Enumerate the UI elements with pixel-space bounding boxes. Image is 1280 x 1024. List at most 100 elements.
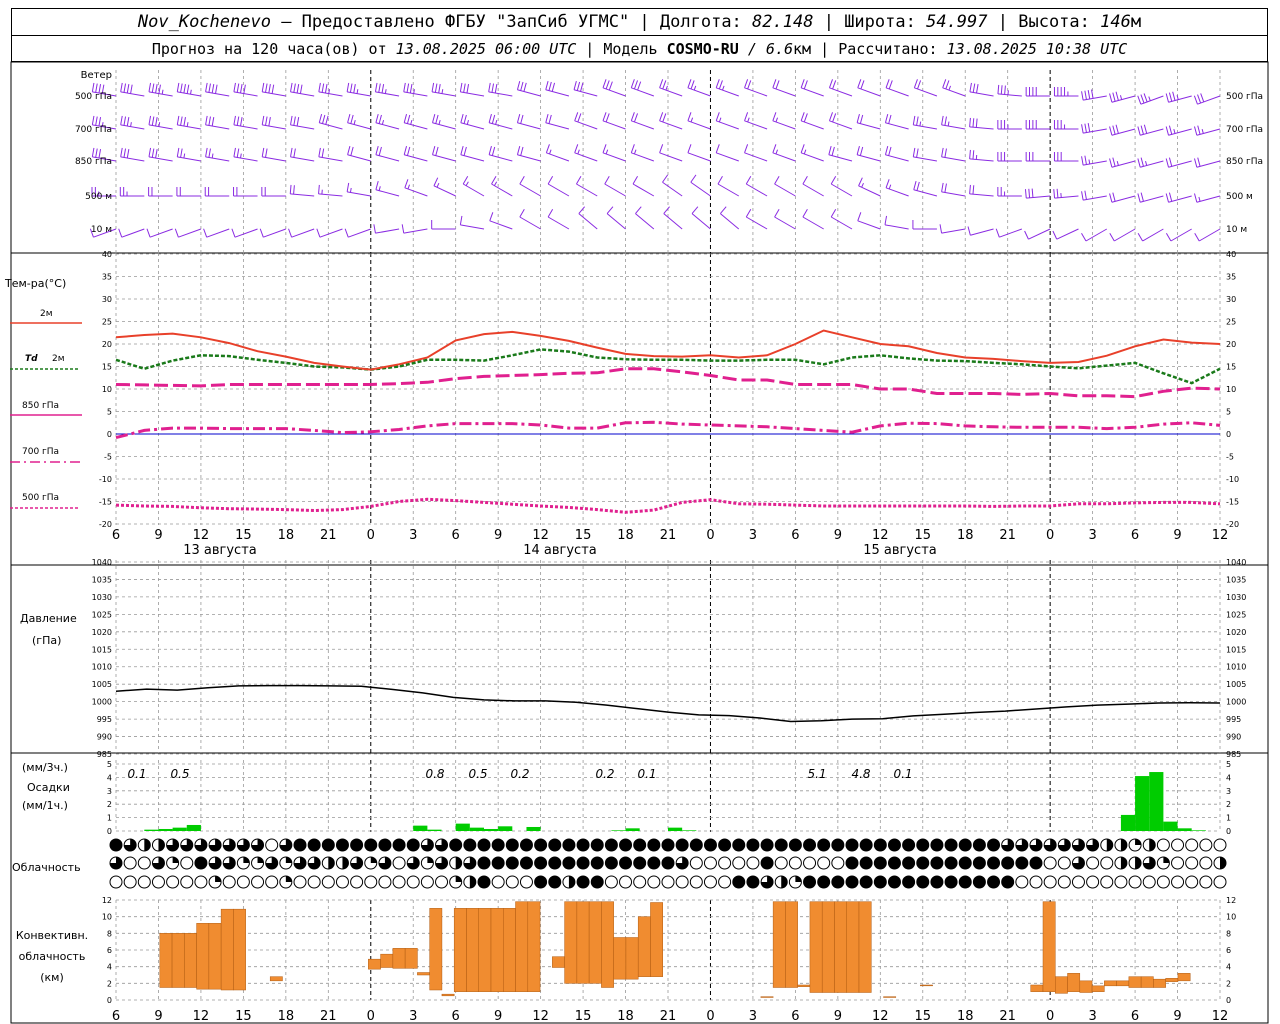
hour-tick-label: 6 bbox=[452, 528, 460, 543]
cloud-symbol bbox=[732, 856, 746, 870]
hour-tick-label-bottom: 6 bbox=[791, 1009, 799, 1024]
wind-barb-staff bbox=[1140, 160, 1164, 168]
wind-barb-feather bbox=[401, 224, 405, 234]
wind-barb-feather bbox=[215, 84, 218, 94]
cloud-symbol bbox=[887, 875, 901, 889]
wind-barb-feather bbox=[183, 84, 186, 94]
cloud-symbol bbox=[887, 838, 901, 852]
cloud-symbol bbox=[916, 875, 930, 889]
wind-barb-feather bbox=[941, 147, 944, 157]
pressure-tick-left: 995 bbox=[97, 715, 112, 724]
wind-barb-feather bbox=[240, 84, 243, 94]
precip-3h-amount: 0.8 bbox=[425, 767, 444, 781]
wind-barb-feather bbox=[772, 79, 777, 88]
wind-barb-staff bbox=[262, 91, 286, 97]
wind-barb-feather bbox=[747, 80, 752, 90]
wind-barb-feather bbox=[1031, 188, 1034, 198]
wind-barb-feather bbox=[1137, 232, 1144, 242]
convective-cloud-bar bbox=[220, 908, 234, 991]
wind-barb-feather bbox=[580, 82, 584, 92]
wind-barb-staff bbox=[318, 193, 343, 197]
convective-cloud-bar bbox=[834, 901, 847, 993]
wind-barb-staff bbox=[885, 87, 909, 97]
legend-t500: 500 гПа bbox=[22, 493, 59, 503]
wind-barb-staff bbox=[687, 120, 711, 130]
cloud-symbol bbox=[420, 875, 434, 889]
temp-tick-left: 20 bbox=[102, 340, 112, 349]
wind-barb-feather bbox=[969, 149, 971, 159]
wind-barb-feather bbox=[208, 83, 211, 93]
wind-barb-staff bbox=[884, 224, 909, 230]
wind-barb-feather bbox=[148, 147, 152, 157]
wind-barb-feather bbox=[602, 144, 607, 153]
wind-barb-feather bbox=[772, 144, 777, 153]
wind-barb-staff bbox=[519, 183, 541, 197]
wind-barb-feather bbox=[548, 114, 552, 124]
wind-barb-half-feather bbox=[441, 89, 444, 94]
wind-barb-feather bbox=[687, 112, 692, 121]
pressure-tick-left: 1040 bbox=[92, 558, 112, 567]
wind-barb-staff bbox=[433, 185, 456, 197]
wind-barb-staff bbox=[631, 87, 655, 97]
wind-barb-staff bbox=[206, 228, 230, 238]
precip-bar bbox=[1120, 814, 1136, 831]
hour-tick-label-bottom: 21 bbox=[999, 1009, 1016, 1024]
cloud-symbol bbox=[491, 838, 505, 852]
cloud-symbol bbox=[1086, 856, 1100, 870]
cloud-symbol bbox=[1142, 875, 1156, 889]
wind-barb-feather bbox=[350, 114, 354, 124]
cloud-symbol bbox=[845, 856, 859, 870]
cloud-symbol bbox=[392, 838, 406, 852]
wind-barb-staff bbox=[1197, 95, 1221, 105]
wind-barb-feather bbox=[158, 84, 161, 94]
wind-barb-feather bbox=[941, 182, 944, 192]
precip-3h-amount: 0.1 bbox=[127, 767, 146, 781]
wind-barb-staff bbox=[885, 187, 909, 197]
wind-barb-staff bbox=[717, 183, 740, 197]
wind-barb-feather bbox=[293, 185, 295, 195]
cloud-symbol bbox=[689, 838, 703, 852]
cloud-symbol bbox=[406, 875, 420, 889]
hour-tick-label: 9 bbox=[1173, 528, 1181, 543]
wind-barb-feather bbox=[606, 206, 614, 214]
wind-barb-staff bbox=[857, 220, 881, 230]
hour-tick-label-bottom: 9 bbox=[494, 1009, 502, 1024]
wind-barb-feather bbox=[602, 112, 607, 121]
wind-barb-feather bbox=[491, 146, 496, 156]
precip-bar bbox=[1149, 772, 1164, 831]
wind-barb-feather bbox=[435, 114, 439, 124]
cloud-symbol bbox=[803, 875, 817, 889]
wind-barb-feather bbox=[1109, 232, 1115, 242]
wind-barb-feather bbox=[290, 147, 293, 157]
wind-barb-feather bbox=[576, 175, 582, 185]
wind-barb-staff bbox=[970, 228, 994, 236]
convective-cloud-bar bbox=[858, 901, 872, 993]
hour-tick-label: 9 bbox=[494, 528, 502, 543]
pressure-tick-right: 1020 bbox=[1226, 628, 1246, 637]
hour-tick-label-bottom: 3 bbox=[409, 1009, 417, 1024]
wind-barb-half-feather bbox=[190, 89, 192, 95]
temp-tick-left: -20 bbox=[99, 520, 112, 529]
wind-barb-feather bbox=[296, 84, 300, 94]
wind-barb-half-feather bbox=[1088, 159, 1091, 165]
wind-barb-feather bbox=[885, 79, 890, 88]
cloud-symbol bbox=[675, 838, 689, 852]
wind-barb-staff bbox=[659, 152, 683, 162]
hour-tick-label-bottom: 0 bbox=[706, 1009, 714, 1024]
wind-title: Ветер bbox=[81, 70, 112, 81]
wind-barb-feather bbox=[997, 84, 1000, 94]
wind-barb-feather bbox=[975, 118, 978, 128]
wind-barb-staff bbox=[121, 228, 145, 238]
convective-cloud-bar bbox=[1079, 980, 1093, 993]
precip-tick-right: 3 bbox=[1226, 787, 1231, 796]
wind-level-label: 850 гПа bbox=[75, 157, 112, 167]
wind-barb-feather bbox=[995, 228, 1000, 238]
wind-barb-half-feather bbox=[356, 89, 359, 94]
wind-barb-feather bbox=[318, 82, 321, 92]
cloud-symbol bbox=[831, 875, 845, 889]
precip-3h-amount: 0.2 bbox=[595, 767, 614, 781]
wind-barb-staff bbox=[149, 228, 173, 238]
wind-barb-feather bbox=[1197, 157, 1201, 167]
wind-barb-feather bbox=[717, 175, 723, 185]
cloud-fill bbox=[243, 857, 250, 863]
